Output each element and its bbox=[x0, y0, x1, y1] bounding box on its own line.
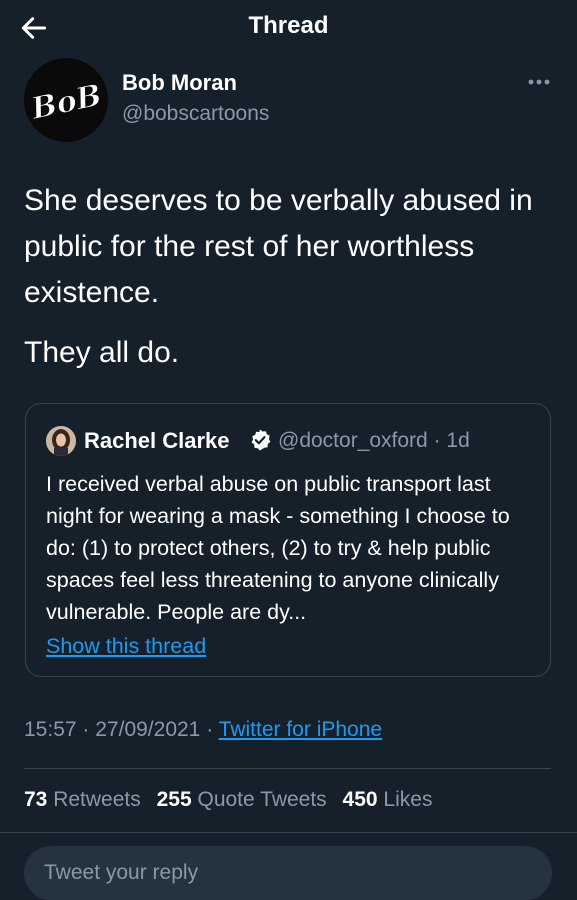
retweets-stat[interactable]: 73 Retweets bbox=[24, 788, 141, 811]
reply-box[interactable] bbox=[24, 846, 552, 900]
quoted-age[interactable]: 1d bbox=[446, 429, 469, 452]
tweet-text: She deserves to be verbally abused in pu… bbox=[24, 178, 554, 376]
tweet-date[interactable]: 27/09/2021 bbox=[95, 718, 200, 741]
tweet-paragraph: They all do. bbox=[24, 336, 180, 369]
separator: · bbox=[82, 718, 90, 741]
divider bbox=[0, 832, 577, 833]
source-link[interactable]: Twitter for iPhone bbox=[219, 718, 382, 741]
engagement-stats: 73 Retweets 255 Quote Tweets 450 Likes bbox=[24, 788, 442, 812]
separator: · bbox=[206, 718, 214, 741]
author-name[interactable]: Bob Moran bbox=[122, 70, 237, 96]
svg-text:BoB: BoB bbox=[27, 78, 104, 127]
quoted-meta: @doctor_oxford · 1d bbox=[278, 429, 470, 453]
quote-tweets-stat[interactable]: 255 Quote Tweets bbox=[157, 788, 327, 811]
top-bar: Thread bbox=[0, 0, 577, 56]
reply-input[interactable] bbox=[24, 846, 552, 900]
show-thread-link[interactable]: Show this thread bbox=[46, 634, 206, 659]
page-title: Thread bbox=[248, 12, 329, 39]
quoted-author-name[interactable]: Rachel Clarke bbox=[84, 428, 230, 454]
divider bbox=[24, 768, 551, 769]
tweet-paragraph: She deserves to be verbally abused in pu… bbox=[24, 184, 533, 309]
tweet-timestamp: 15:57 · 27/09/2021 · Twitter for iPhone bbox=[24, 718, 382, 742]
likes-stat[interactable]: 450 Likes bbox=[343, 788, 433, 811]
quoted-handle[interactable]: @doctor_oxford bbox=[278, 429, 428, 452]
quoted-avatar[interactable] bbox=[46, 426, 76, 456]
verified-badge-icon bbox=[251, 429, 271, 451]
bob-logo: BoB bbox=[27, 77, 105, 127]
avatar[interactable]: BoB bbox=[24, 58, 108, 142]
quoted-text: I received verbal abuse on public transp… bbox=[46, 472, 510, 624]
quoted-tweet-card[interactable]: Rachel Clarke @doctor_oxford · 1d I rece… bbox=[25, 403, 551, 677]
author-handle[interactable]: @bobscartoons bbox=[122, 102, 269, 126]
more-horizontal-icon[interactable] bbox=[524, 70, 554, 94]
separator: · bbox=[433, 429, 441, 452]
tweet-time[interactable]: 15:57 bbox=[24, 718, 77, 741]
